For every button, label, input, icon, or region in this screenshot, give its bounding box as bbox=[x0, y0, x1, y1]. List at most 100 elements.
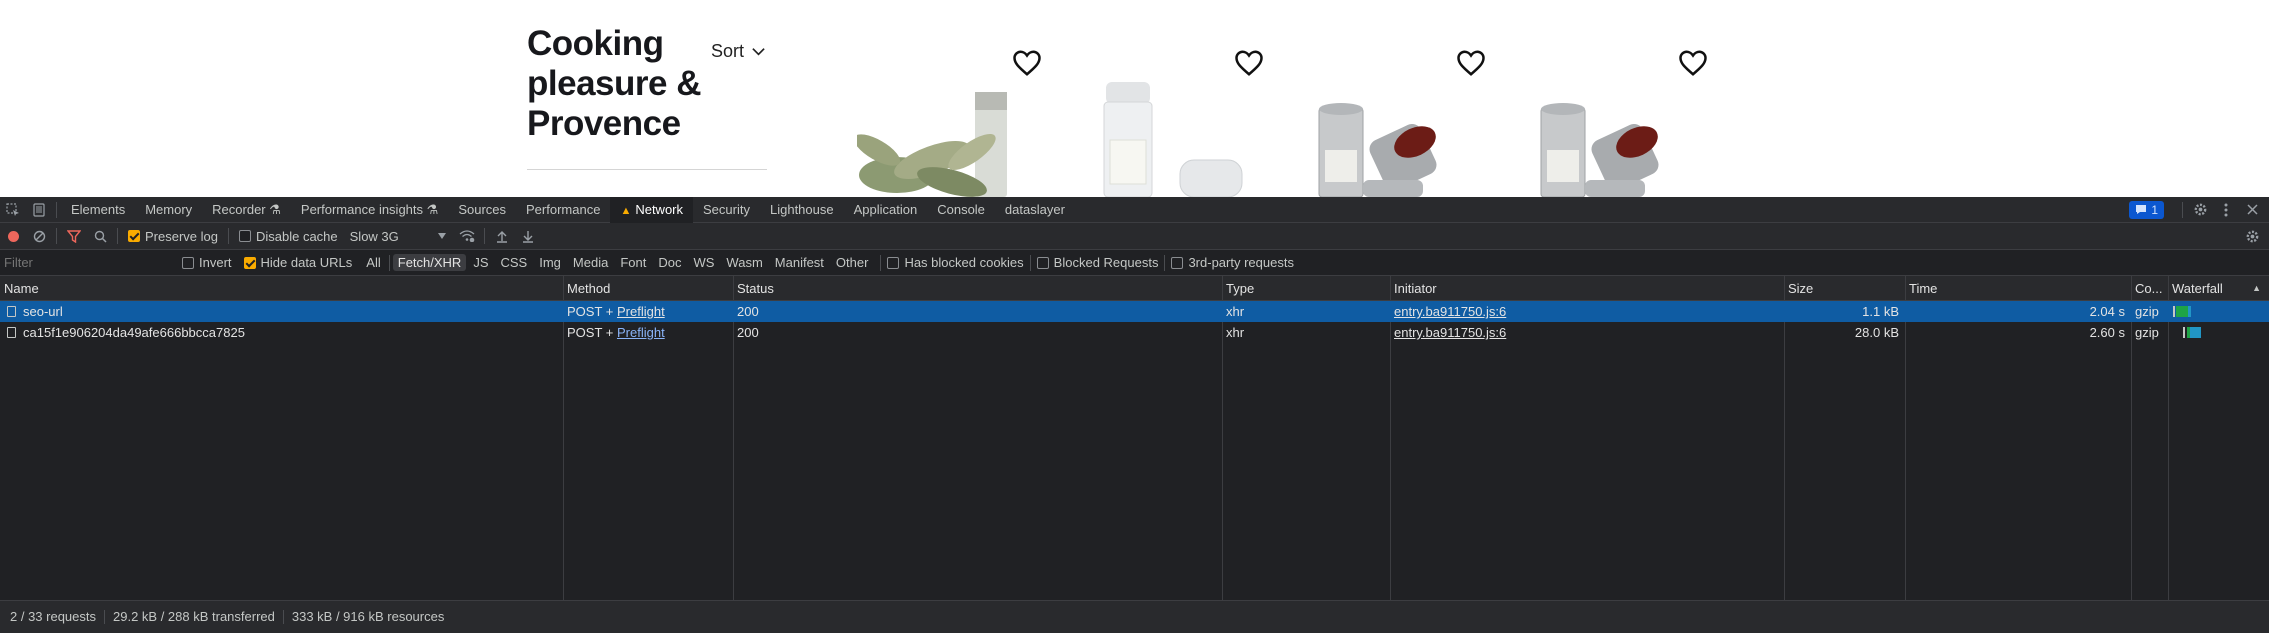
throttling-select[interactable]: Slow 3G bbox=[350, 229, 446, 244]
third-party-requests-checkbox[interactable]: 3rd-party requests bbox=[1171, 255, 1294, 270]
column-header-initiator[interactable]: Initiator bbox=[1390, 276, 1784, 301]
has-blocked-cookies-checkbox[interactable]: Has blocked cookies bbox=[887, 255, 1024, 270]
network-conditions-icon[interactable] bbox=[454, 223, 480, 249]
wishlist-heart-icon[interactable] bbox=[1456, 49, 1486, 77]
request-method: POST + bbox=[567, 304, 617, 319]
request-name-cell[interactable]: seo-url bbox=[0, 301, 563, 322]
column-header-size[interactable]: Size bbox=[1784, 276, 1905, 301]
filter-type-font[interactable]: Font bbox=[615, 254, 651, 271]
checkbox-checked[interactable] bbox=[243, 256, 256, 269]
product-image-spice-tin[interactable] bbox=[1537, 80, 1707, 197]
device-toolbar-icon[interactable] bbox=[26, 197, 52, 223]
checkbox-unchecked[interactable] bbox=[887, 256, 900, 269]
tab-dataslayer[interactable]: dataslayer bbox=[995, 197, 1075, 223]
wishlist-heart-icon[interactable] bbox=[1234, 49, 1264, 77]
import-har-icon[interactable] bbox=[489, 223, 515, 249]
filter-type-img[interactable]: Img bbox=[534, 254, 566, 271]
preserve-log-label: Preserve log bbox=[145, 228, 218, 244]
tab-elements[interactable]: Elements bbox=[61, 197, 135, 223]
column-header-waterfall[interactable]: Waterfall ▲ bbox=[2168, 276, 2269, 301]
filter-type-fetch-xhr[interactable]: Fetch/XHR bbox=[392, 254, 467, 271]
filter-type-ws[interactable]: WS bbox=[688, 254, 719, 271]
filter-type-js[interactable]: JS bbox=[468, 254, 493, 271]
tab-recorder[interactable]: Recorder ⚗ bbox=[202, 197, 291, 223]
sort-label: Sort bbox=[711, 41, 745, 61]
record-icon[interactable] bbox=[0, 223, 26, 249]
export-har-icon[interactable] bbox=[515, 223, 541, 249]
filter-type-wasm[interactable]: Wasm bbox=[721, 254, 767, 271]
hide-data-urls-label: Hide data URLs bbox=[260, 255, 353, 270]
filter-type-all[interactable]: All bbox=[361, 254, 385, 271]
document-icon bbox=[7, 327, 16, 338]
tab-console[interactable]: Console bbox=[927, 197, 995, 223]
request-count: 2 / 33 requests bbox=[2, 610, 105, 624]
divider bbox=[527, 169, 767, 170]
preflight-link[interactable]: Preflight bbox=[617, 325, 665, 340]
checkbox-unchecked[interactable] bbox=[182, 256, 194, 269]
waterfall-bar-queue bbox=[2173, 306, 2175, 317]
table-row[interactable]: ca15f1e906204da49afe666bbcca7825 POST + … bbox=[0, 322, 2269, 343]
network-settings-gear-icon[interactable] bbox=[2239, 223, 2265, 249]
column-header-name[interactable]: Name bbox=[0, 276, 563, 301]
product-image-bay-leaves[interactable] bbox=[857, 80, 1057, 197]
preflight-link[interactable]: Preflight bbox=[617, 304, 665, 319]
settings-gear-icon[interactable] bbox=[2187, 197, 2213, 223]
filter-type-media[interactable]: Media bbox=[568, 254, 613, 271]
request-type: xhr bbox=[1226, 304, 1245, 319]
sort-dropdown[interactable]: Sort bbox=[711, 41, 766, 62]
search-icon[interactable] bbox=[87, 223, 113, 249]
table-row[interactable]: seo-url POST + Preflight 200 xhr entry.b… bbox=[0, 301, 2269, 322]
initiator-link[interactable]: entry.ba911750.js:6 bbox=[1394, 325, 1506, 340]
request-encoding: gzip bbox=[2135, 304, 2159, 319]
initiator-link[interactable]: entry.ba911750.js:6 bbox=[1394, 304, 1506, 319]
tab-security[interactable]: Security bbox=[693, 197, 760, 223]
tab-performance-insights[interactable]: Performance insights ⚗ bbox=[291, 197, 448, 223]
disable-cache-checkbox[interactable]: Disable cache bbox=[238, 229, 338, 244]
filter-type-other[interactable]: Other bbox=[831, 254, 874, 271]
tab-memory[interactable]: Memory bbox=[135, 197, 202, 223]
request-table: Name Method Status Type Initiator Size T… bbox=[0, 276, 2269, 600]
blocked-requests-label: Blocked Requests bbox=[1053, 255, 1159, 270]
column-header-type[interactable]: Type bbox=[1222, 276, 1390, 301]
filter-icon[interactable] bbox=[61, 223, 87, 249]
filter-input[interactable] bbox=[4, 252, 174, 273]
tab-network[interactable]: ▲ Network bbox=[610, 196, 694, 223]
checkbox-unchecked[interactable] bbox=[238, 230, 251, 242]
hide-data-urls-checkbox[interactable]: Hide data URLs bbox=[243, 255, 353, 270]
inspect-element-icon[interactable] bbox=[0, 197, 26, 223]
tab-lighthouse[interactable]: Lighthouse bbox=[760, 197, 844, 223]
blocked-requests-checkbox[interactable]: Blocked Requests bbox=[1036, 255, 1159, 270]
status-bar: 2 / 33 requests 29.2 kB / 288 kB transfe… bbox=[0, 600, 2269, 633]
column-header-method[interactable]: Method bbox=[563, 276, 733, 301]
divider bbox=[880, 254, 882, 271]
close-icon[interactable] bbox=[2239, 197, 2265, 223]
request-waterfall[interactable] bbox=[2168, 301, 2269, 322]
product-image-spice-tin[interactable] bbox=[1315, 80, 1485, 197]
checkbox-unchecked[interactable] bbox=[1036, 256, 1049, 269]
tab-sources[interactable]: Sources bbox=[448, 197, 516, 223]
invert-checkbox[interactable]: Invert bbox=[182, 255, 232, 270]
filter-type-manifest[interactable]: Manifest bbox=[770, 254, 829, 271]
wishlist-heart-icon[interactable] bbox=[1012, 49, 1042, 77]
request-waterfall[interactable] bbox=[2168, 322, 2269, 343]
invert-label: Invert bbox=[199, 255, 232, 270]
issues-badge[interactable]: 1 bbox=[2129, 200, 2164, 219]
wishlist-heart-icon[interactable] bbox=[1678, 49, 1708, 77]
request-status: 200 bbox=[737, 304, 759, 319]
product-image-grinder[interactable] bbox=[1100, 80, 1260, 197]
preserve-log-checkbox[interactable]: Preserve log bbox=[128, 229, 218, 244]
column-header-content-encoding[interactable]: Co... bbox=[2131, 276, 2168, 301]
tab-performance[interactable]: Performance bbox=[516, 197, 610, 223]
experiment-flask-icon: ⚗ bbox=[426, 201, 439, 217]
clear-icon[interactable] bbox=[26, 223, 52, 249]
filter-type-doc[interactable]: Doc bbox=[653, 254, 686, 271]
checkbox-unchecked[interactable] bbox=[1171, 256, 1184, 269]
column-header-time[interactable]: Time bbox=[1905, 276, 2131, 301]
filter-type-css[interactable]: CSS bbox=[496, 254, 533, 271]
table-header: Name Method Status Type Initiator Size T… bbox=[0, 276, 2269, 301]
request-name-cell[interactable]: ca15f1e906204da49afe666bbcca7825 bbox=[0, 322, 563, 343]
more-options-icon[interactable] bbox=[2213, 197, 2239, 223]
column-header-status[interactable]: Status bbox=[733, 276, 1222, 301]
checkbox-checked[interactable] bbox=[128, 230, 140, 242]
tab-application[interactable]: Application bbox=[844, 197, 928, 223]
